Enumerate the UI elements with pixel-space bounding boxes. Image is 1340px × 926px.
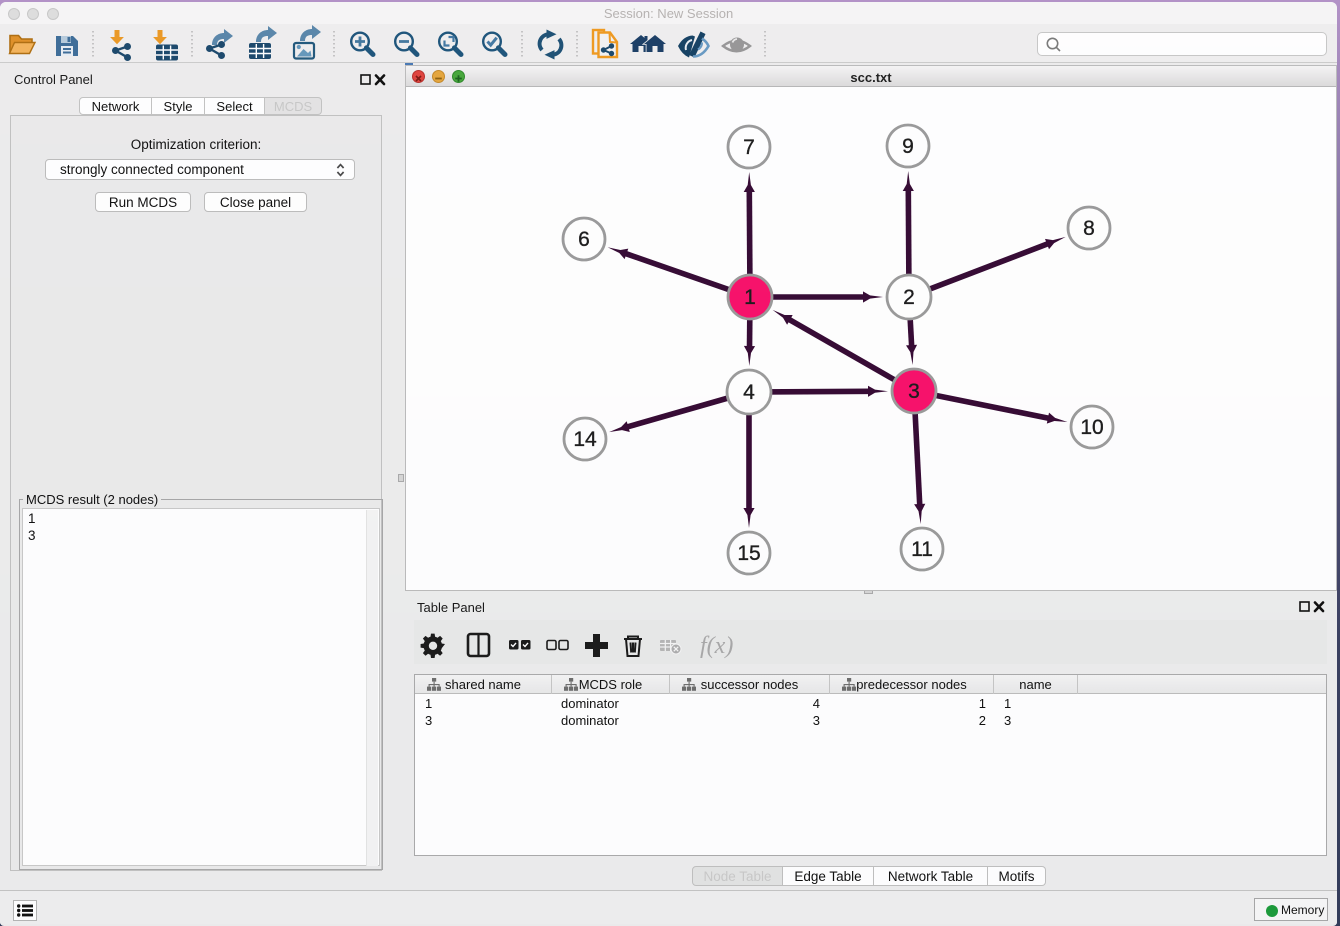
svg-text:8: 8 <box>1083 217 1095 240</box>
svg-text:3: 3 <box>908 380 920 403</box>
svg-text:9: 9 <box>902 135 914 158</box>
svg-text:15: 15 <box>737 542 760 565</box>
svg-text:14: 14 <box>573 428 597 451</box>
svg-text:6: 6 <box>578 228 590 251</box>
svg-text:4: 4 <box>743 381 755 404</box>
svg-text:11: 11 <box>911 538 933 561</box>
svg-text:7: 7 <box>743 136 755 159</box>
svg-text:1: 1 <box>744 286 756 309</box>
svg-text:f(x): f(x) <box>700 633 733 659</box>
svg-text:10: 10 <box>1080 416 1103 439</box>
svg-text:2: 2 <box>903 286 915 309</box>
